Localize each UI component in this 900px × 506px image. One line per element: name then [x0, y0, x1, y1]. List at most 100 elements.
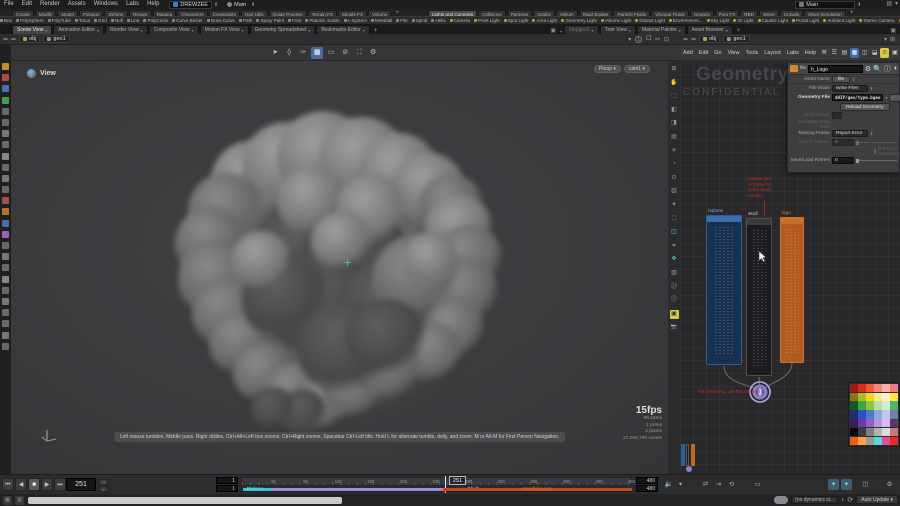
- go-end-button[interactable]: ⏭: [54, 478, 66, 491]
- chevron-down-icon[interactable]: ▾: [885, 95, 887, 100]
- chevron-down-icon[interactable]: ▾: [242, 28, 244, 33]
- net-path-chip-geo1[interactable]: geo1: [723, 35, 750, 43]
- display-option-icon-2[interactable]: ⬚: [670, 92, 679, 101]
- box-select-icon[interactable]: ▭: [325, 47, 337, 59]
- tools-icon[interactable]: ⚒: [820, 48, 829, 58]
- lasso-icon[interactable]: ⟠: [283, 47, 295, 59]
- net-filter-icon[interactable]: ⊞: [890, 36, 895, 43]
- back-arrow-icon[interactable]: ⬅: [3, 36, 8, 43]
- palette-color-38[interactable]: [866, 436, 875, 445]
- pane-tab-render-view[interactable]: Render View ▾: [105, 25, 148, 34]
- window-buttons[interactable]: ▤ ▾: [886, 0, 898, 7]
- play-button[interactable]: ▶: [41, 478, 53, 491]
- cache-icon[interactable]: ✦: [841, 479, 852, 490]
- loop-icon[interactable]: ⇄: [700, 479, 711, 490]
- display-option-icon-0[interactable]: ⊞: [670, 65, 679, 74]
- display-option-icon-3[interactable]: ◧: [670, 106, 679, 115]
- desktop-selector-box[interactable]: DREWZEE: [169, 0, 212, 9]
- prefetch-checkbox[interactable]: [874, 149, 876, 154]
- net-menu-tools[interactable]: Tools: [742, 50, 761, 56]
- palette-color-41[interactable]: [890, 436, 898, 445]
- camera-icon[interactable]: 🞐: [646, 36, 651, 43]
- right-desktop-selector[interactable]: Main: [795, 0, 856, 9]
- frame-step-back-button[interactable]: ◃: [99, 479, 108, 485]
- shelf-tool-sky-light[interactable]: Sky Light: [706, 18, 729, 23]
- shelf-tool-geometry-light[interactable]: Geometry Light: [561, 18, 597, 23]
- menu-windows[interactable]: Windows: [90, 0, 122, 9]
- sim-cache-select[interactable]: (no dynamics si...: [791, 495, 839, 504]
- chevron-down-icon[interactable]: ▾: [308, 28, 310, 33]
- toolbox-icon-2[interactable]: [2, 85, 9, 93]
- palette-color-40[interactable]: [882, 436, 891, 445]
- sticky-note-icon[interactable]: 🗈: [880, 47, 890, 58]
- shelf-tool-caustic-light[interactable]: Caustic Light: [757, 18, 788, 23]
- palette-color-0[interactable]: [850, 383, 859, 393]
- chevron-down-icon[interactable]: ▾: [141, 28, 143, 33]
- palette-color-11[interactable]: [890, 392, 898, 402]
- shelf-tool-l-system[interactable]: L-System: [343, 18, 367, 23]
- forward-arrow-icon[interactable]: ➡: [11, 36, 16, 43]
- path-chip-obj[interactable]: obj: [19, 35, 41, 43]
- toolbox-icon-16[interactable]: [2, 242, 9, 249]
- grid-icon[interactable]: ▦: [849, 47, 859, 58]
- shelf-tool-spot-light[interactable]: Spot Light: [503, 18, 528, 23]
- display-option-icon-11[interactable]: ⛶: [670, 215, 679, 224]
- window-menu-icon[interactable]: ▤: [886, 0, 892, 7]
- shelf-tool-gi-light[interactable]: GI Light: [733, 18, 754, 23]
- sim-icon[interactable]: ✦: [828, 479, 839, 490]
- menu-render[interactable]: Render: [36, 0, 64, 9]
- net-forward-arrow-icon[interactable]: ➡: [691, 36, 696, 43]
- net-menu-help[interactable]: Help: [802, 50, 819, 56]
- shelf-tool-area-light[interactable]: Area Light: [532, 18, 557, 23]
- list-icon[interactable]: ▤: [840, 48, 849, 58]
- toolbox-icon-7[interactable]: [2, 141, 9, 149]
- palette-color-36[interactable]: [850, 436, 859, 445]
- palette-color-17[interactable]: [890, 401, 898, 410]
- toolbox-icon-15[interactable]: [2, 230, 9, 238]
- palette-color-25[interactable]: [858, 419, 867, 428]
- toolbox-icon-22[interactable]: [2, 309, 9, 317]
- pane-tab-bookmarks-editor[interactable]: Bookmarks Editor ▾: [316, 25, 370, 34]
- palette-color-26[interactable]: [866, 419, 875, 428]
- toolbox-icon-3[interactable]: [2, 96, 9, 104]
- range-start-field[interactable]: 1: [216, 477, 238, 484]
- palette-color-16[interactable]: [882, 401, 891, 410]
- palette-color-30[interactable]: [850, 427, 859, 437]
- dope-icon[interactable]: ▭: [752, 479, 763, 490]
- net-path-chip-obj[interactable]: obj: [699, 35, 721, 43]
- palette-color-34[interactable]: [882, 427, 891, 437]
- menu-help[interactable]: Help: [143, 0, 163, 9]
- brush-icon[interactable]: ✑: [297, 47, 309, 59]
- shelf-tool-portal-light[interactable]: Portal Light: [792, 18, 819, 23]
- slider-handle[interactable]: [856, 158, 859, 163]
- palette-color-13[interactable]: [858, 401, 867, 410]
- parm-text-field[interactable]: [832, 112, 842, 119]
- gear-icon[interactable]: ⚙: [367, 47, 379, 59]
- link-icon[interactable]: ⚯: [655, 36, 660, 43]
- network-box-skull[interactable]: skull: [746, 212, 772, 376]
- palette-color-18[interactable]: [850, 410, 859, 419]
- parm-number-field[interactable]: 0: [832, 139, 854, 146]
- network-box-biplane[interactable]: biplane: [706, 209, 742, 365]
- play-reverse-button[interactable]: ◀: [15, 478, 27, 491]
- palette-color-22[interactable]: [882, 410, 891, 419]
- shelf-tool-spray-paint[interactable]: Spray Paint: [256, 18, 284, 23]
- auto-update-button[interactable]: Auto Update ▾: [856, 495, 898, 504]
- display-option-icon-13[interactable]: ⌗: [670, 242, 679, 251]
- network-overview-map[interactable]: [680, 438, 706, 474]
- menu-labs[interactable]: Labs: [122, 0, 143, 9]
- gear-icon[interactable]: ⚙: [865, 65, 871, 73]
- pane-maximize-icon[interactable]: ⊡: [664, 36, 669, 43]
- shelf-tool-grid[interactable]: Grid: [94, 18, 107, 23]
- toolbox-icon-14[interactable]: [2, 219, 9, 227]
- menu-assets[interactable]: Assets: [64, 0, 90, 9]
- palette-color-10[interactable]: [882, 392, 891, 402]
- chevron-down-icon[interactable]: ▾: [97, 28, 99, 33]
- toolbox-icon-12[interactable]: [2, 197, 9, 205]
- chevron-down-icon[interactable]: ▾: [629, 28, 631, 33]
- shelf-tool-polysphere[interactable]: PolySphere: [15, 18, 44, 23]
- tree-icon[interactable]: ☰: [830, 48, 839, 58]
- palette-color-37[interactable]: [858, 436, 867, 445]
- camera-select-button[interactable]: cam1 ▾: [623, 65, 650, 73]
- net-back-arrow-icon[interactable]: ⬅: [683, 36, 688, 43]
